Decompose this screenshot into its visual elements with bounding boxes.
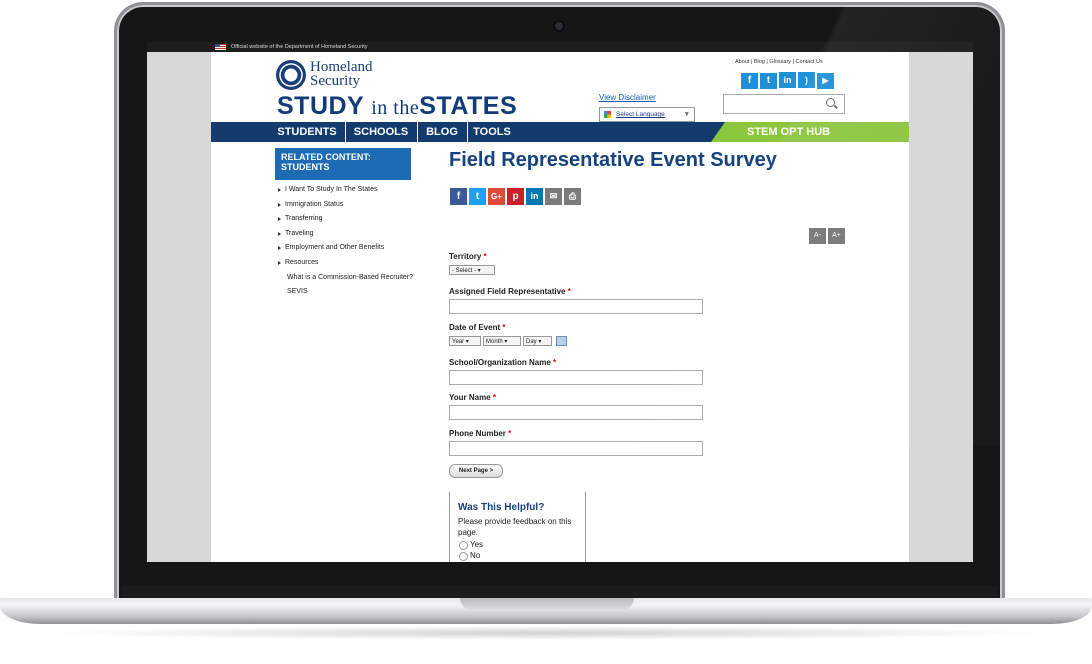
triangle-right-icon	[278, 246, 281, 251]
nav-stem-opt-hub[interactable]: STEM OPT HUB	[711, 122, 909, 142]
font-size-controls: A- A+	[807, 224, 845, 244]
twitter-icon[interactable]: t	[760, 73, 777, 89]
territory-label: Territory *	[449, 252, 487, 261]
sidebar-subitem-sevis[interactable]: SEVIS	[275, 285, 445, 300]
feedback-yes-option[interactable]: Yes	[458, 540, 577, 550]
your-name-label: Your Name *	[449, 393, 496, 402]
sidebar-item-traveling[interactable]: Traveling	[275, 227, 445, 242]
nav-schools[interactable]: SCHOOLS	[345, 122, 418, 142]
your-name-input[interactable]	[449, 405, 703, 420]
feedback-no-option[interactable]: No	[458, 551, 577, 561]
year-select[interactable]: Year ▾	[449, 336, 481, 346]
dhs-seal-icon[interactable]	[276, 60, 306, 90]
field-rep-label: Assigned Field Representative *	[449, 287, 571, 296]
search-input[interactable]	[723, 94, 845, 114]
sidebar-item-study[interactable]: I Want To Study In The States	[275, 183, 445, 198]
date-label: Date of Event *	[449, 323, 506, 332]
calendar-icon[interactable]	[556, 336, 567, 346]
day-select[interactable]: Day ▾	[523, 336, 552, 346]
print-icon[interactable]: ⎙	[564, 188, 581, 205]
nav-students[interactable]: STUDENTS	[269, 122, 346, 142]
facebook-icon[interactable]: f	[741, 73, 758, 89]
sidebar-item-resources[interactable]: Resources	[275, 256, 445, 271]
facebook-share-icon[interactable]: f	[450, 188, 467, 205]
us-flag-icon	[215, 44, 226, 50]
phone-input[interactable]	[449, 441, 703, 456]
font-smaller-button[interactable]: A-	[809, 228, 826, 244]
field-rep-input[interactable]	[449, 299, 703, 314]
page: Homeland Security STUDY in theSTATES Vie…	[211, 52, 909, 562]
territory-select[interactable]: - Select - ▾	[449, 265, 495, 275]
youtube-icon[interactable]: ▶	[817, 73, 834, 89]
language-select[interactable]: Select Language ▼	[599, 107, 695, 122]
font-larger-button[interactable]: A+	[828, 228, 845, 244]
page-gutter-left	[147, 52, 211, 562]
sidebar-list: I Want To Study In The States Immigratio…	[275, 183, 445, 300]
related-content-heading: RELATED CONTENT: STUDENTS	[275, 148, 411, 180]
pinterest-share-icon[interactable]: p	[507, 188, 524, 205]
laptop-shadow	[40, 626, 1052, 640]
sidebar-item-immigration[interactable]: Immigration Status	[275, 198, 445, 213]
search-icon[interactable]	[826, 98, 835, 107]
triangle-right-icon	[278, 217, 281, 222]
school-label: School/Organization Name *	[449, 358, 557, 367]
share-bar: f t G+ p in ✉ ⎙	[450, 186, 583, 205]
nav-blog[interactable]: BLOG	[417, 122, 468, 142]
page-title: Field Representative Event Survey	[449, 149, 777, 171]
study-in-the-states-logo[interactable]: STUDY in theSTATES	[277, 92, 517, 121]
gov-banner-text: Official website of the Department of Ho…	[231, 44, 368, 50]
triangle-right-icon	[278, 202, 281, 207]
page-gutter-right	[909, 52, 973, 562]
laptop-opening-notch	[460, 598, 634, 610]
linkedin-share-icon[interactable]: in	[526, 188, 543, 205]
view-disclaimer-link[interactable]: View Disclaimer	[599, 93, 656, 102]
linkedin-icon[interactable]: in	[779, 72, 796, 88]
feedback-prompt: Please provide feedback on this page.	[458, 517, 572, 537]
chevron-down-icon: ▼	[683, 111, 690, 118]
school-input[interactable]	[449, 370, 703, 385]
dhs-wordmark[interactable]: Homeland Security	[310, 60, 372, 89]
triangle-right-icon	[278, 188, 281, 192]
utility-links[interactable]: About | Blog | Glossary | Contact Us	[735, 59, 823, 65]
radio-button[interactable]	[459, 552, 468, 561]
triangle-right-icon	[278, 231, 281, 236]
sidebar-item-employment[interactable]: Employment and Other Benefits	[275, 241, 445, 256]
sidebar-item-transferring[interactable]: Transferring	[275, 212, 445, 227]
feedback-widget: Was This Helpful? Please provide feedbac…	[449, 492, 586, 562]
webcam	[555, 22, 563, 30]
next-page-button[interactable]: Next Page >	[449, 464, 503, 478]
gov-banner: Official website of the Department of Ho…	[147, 42, 973, 52]
sidebar-subitem-recruiter[interactable]: What is a Commission-Based Recruiter?	[275, 271, 445, 286]
browser-screen: Official website of the Department of Ho…	[147, 42, 973, 562]
radio-button[interactable]	[459, 541, 468, 550]
google-translate-icon	[604, 111, 611, 118]
twitter-share-icon[interactable]: t	[469, 188, 486, 205]
email-share-icon[interactable]: ✉	[545, 188, 562, 205]
main-nav: STUDENTS SCHOOLS BLOG TOOLS STEM OPT HUB	[211, 122, 909, 142]
google-plus-share-icon[interactable]: G+	[488, 188, 505, 205]
month-select[interactable]: Month ▾	[483, 336, 521, 346]
feedback-title: Was This Helpful?	[458, 502, 545, 513]
social-links: f t in) ▶	[741, 70, 836, 89]
language-select-label: Select Language	[616, 111, 665, 118]
nav-tools[interactable]: TOOLS	[467, 122, 517, 142]
rss-icon[interactable]: )	[798, 72, 815, 88]
phone-label: Phone Number *	[449, 429, 512, 438]
triangle-right-icon	[278, 260, 281, 265]
